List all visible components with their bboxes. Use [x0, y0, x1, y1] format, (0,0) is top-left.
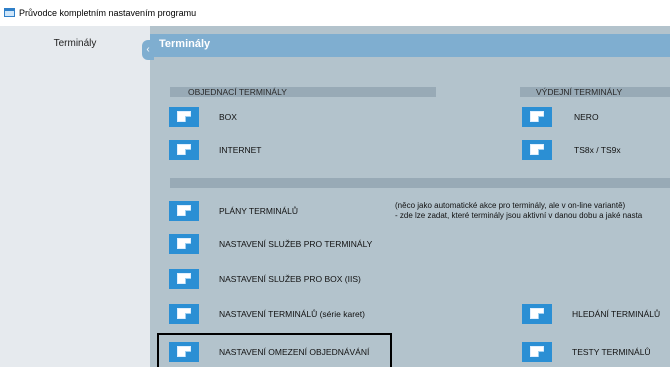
box-button-label[interactable]: BOX [219, 112, 237, 122]
panel-title: Terminály [159, 38, 211, 50]
internet-button-icon[interactable] [169, 140, 199, 160]
selection-highlight [157, 333, 392, 367]
window-icon [4, 8, 15, 17]
nero-button-icon[interactable] [522, 107, 552, 127]
internet-button-label[interactable]: INTERNET [219, 145, 262, 155]
terminal-icon [530, 346, 544, 357]
testy-button-icon[interactable] [522, 342, 552, 362]
ts8x-button-label[interactable]: TS8x / TS9x [574, 145, 621, 155]
sluzby-box-button-label[interactable]: NASTAVENÍ SLUŽEB PRO BOX (IIS) [219, 274, 361, 284]
sluzby-box-button-icon[interactable] [169, 269, 199, 289]
terminal-icon [530, 144, 544, 155]
hledani-button-icon[interactable] [522, 304, 552, 324]
section-title-objednaci: OBJEDNACÍ TERMINÁLY [188, 87, 287, 97]
terminal-icon [530, 111, 544, 122]
ts8x-button-icon[interactable] [522, 140, 552, 160]
sluzby-terminaly-button-label[interactable]: NASTAVENÍ SLUŽEB PRO TERMINÁLY [219, 239, 372, 249]
terminal-icon [177, 111, 191, 122]
panel-header: Terminály [150, 34, 670, 57]
hledani-button-label[interactable]: HLEDÁNÍ TERMINÁLŮ [572, 309, 660, 319]
plany-button-icon[interactable] [169, 201, 199, 221]
nastaveni-terminalu-button-label[interactable]: NASTAVENÍ TERMINÁLŮ (série karet) [219, 309, 365, 319]
window-title: Průvodce kompletním nastavením programu [19, 8, 197, 18]
box-button-icon[interactable] [169, 107, 199, 127]
testy-button-label[interactable]: TESTY TERMINÁLŮ [572, 347, 651, 357]
nastaveni-terminalu-button-icon[interactable] [169, 304, 199, 324]
plany-note-line2: - zde lze zadat, které terminály jsou ak… [395, 211, 643, 220]
section-divider [170, 178, 670, 188]
sluzby-terminaly-button-icon[interactable] [169, 234, 199, 254]
collapse-panel-icon[interactable]: ‹ [142, 40, 154, 60]
terminal-icon [177, 205, 191, 216]
section-title-vydejni: VÝDEJNÍ TERMINÁLY [536, 87, 623, 97]
terminal-icon [177, 144, 191, 155]
terminal-icon [530, 308, 544, 319]
terminal-icon [177, 273, 191, 284]
plany-note-line1: (něco jako automatické akce pro terminál… [395, 201, 626, 210]
title-bar: Průvodce kompletním nastavením programu [0, 0, 670, 26]
terminal-icon [177, 308, 191, 319]
plany-button-label[interactable]: PLÁNY TERMINÁLŮ [219, 206, 298, 216]
main-panel: Terminály OBJEDNACÍ TERMINÁLY VÝDEJNÍ TE… [150, 26, 670, 367]
nero-button-label[interactable]: NERO [574, 112, 599, 122]
terminal-icon [177, 238, 191, 249]
sidebar: Terminály [0, 26, 150, 367]
sidebar-item-terminaly[interactable]: Terminály [0, 38, 150, 49]
